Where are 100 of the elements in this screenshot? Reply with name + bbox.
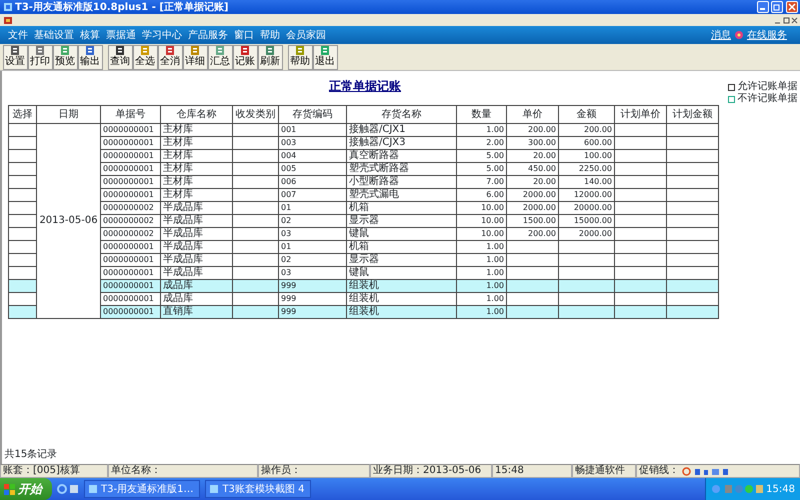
select-cell[interactable] xyxy=(8,228,36,240)
menu-item[interactable]: 文件 xyxy=(5,28,31,42)
menu-item[interactable]: 核算 xyxy=(77,28,103,42)
taskbar-button[interactable]: T3账套模块截图 4 xyxy=(205,480,312,498)
item-code-cell: 01 xyxy=(278,202,346,214)
toolbar-button[interactable]: 全消 xyxy=(158,44,182,70)
document-number-cell: 0000000001 xyxy=(100,176,160,188)
toolbar-button[interactable]: 详细 xyxy=(182,44,208,70)
report-title: 正常单据记账 xyxy=(329,78,401,94)
select-cell[interactable] xyxy=(8,306,36,318)
select-cell[interactable] xyxy=(8,240,36,254)
menu-item[interactable]: 基础设置 xyxy=(31,28,77,42)
toolbar-button[interactable]: 退出 xyxy=(312,44,338,70)
quantity-cell: 10.00 xyxy=(456,214,506,228)
toolbar-button[interactable]: 设置 xyxy=(2,44,28,70)
warehouse-cell: 主材库 xyxy=(160,150,232,162)
amount-cell: 12000.00 xyxy=(558,188,614,202)
unit-price-cell: 2000.00 xyxy=(506,188,558,202)
window-controls-icon[interactable] xyxy=(774,16,798,24)
quick-launch-icons[interactable] xyxy=(57,483,79,495)
quantity-cell: 2.00 xyxy=(456,136,506,150)
item-code-cell: 03 xyxy=(278,228,346,240)
document-icon xyxy=(139,44,151,56)
unit-price-cell: 200.00 xyxy=(506,228,558,240)
filter-checkbox[interactable]: 允许记账单据 xyxy=(728,81,798,93)
unit-price-cell: 1500.00 xyxy=(506,214,558,228)
select-cell[interactable] xyxy=(8,280,36,292)
status-field: 单位名称： xyxy=(108,464,258,478)
online-service-link[interactable]: 在线服务 xyxy=(744,28,790,42)
date-cell: 2013-05-06 xyxy=(36,124,100,318)
quantity-cell: 5.00 xyxy=(456,150,506,162)
select-cell[interactable] xyxy=(8,162,36,176)
menu-item[interactable]: 帮助 xyxy=(257,28,283,42)
select-cell[interactable] xyxy=(8,202,36,214)
close-button[interactable] xyxy=(786,1,798,13)
toolbar-button[interactable]: 预览 xyxy=(52,44,78,70)
item-name-cell: 键鼠 xyxy=(346,228,456,240)
amount-cell: 140.00 xyxy=(558,176,614,188)
amount-cell: 200.00 xyxy=(558,124,614,136)
toolbar-button[interactable]: 输出 xyxy=(78,44,102,70)
select-cell[interactable] xyxy=(8,214,36,228)
menu-item[interactable]: 窗口 xyxy=(231,28,257,42)
document-icon xyxy=(239,44,251,56)
quantity-cell: 1.00 xyxy=(456,306,506,318)
select-cell[interactable] xyxy=(8,150,36,162)
document-icon xyxy=(84,44,96,56)
item-code-cell: 01 xyxy=(278,240,346,254)
select-cell[interactable] xyxy=(8,176,36,188)
document-icon xyxy=(9,44,21,56)
menu-item[interactable]: 产品服务 xyxy=(185,28,231,42)
warehouse-cell: 主材库 xyxy=(160,162,232,176)
quantity-cell: 5.00 xyxy=(456,162,506,176)
item-code-cell: 001 xyxy=(278,124,346,136)
document-number-cell: 0000000001 xyxy=(100,188,160,202)
unit-price-cell: 20.00 xyxy=(506,176,558,188)
quantity-cell: 1.00 xyxy=(456,240,506,254)
menu-item[interactable]: 会员家园 xyxy=(283,28,329,42)
warehouse-cell: 半成品库 xyxy=(160,214,232,228)
document-number-cell: 0000000001 xyxy=(100,280,160,292)
select-cell[interactable] xyxy=(8,136,36,150)
toolbar-button[interactable]: 汇总 xyxy=(208,44,232,70)
quantity-cell: 7.00 xyxy=(456,176,506,188)
document-number-cell: 0000000002 xyxy=(100,214,160,228)
warehouse-cell: 半成品库 xyxy=(160,240,232,254)
filter-checkbox[interactable]: 不许记账单据 xyxy=(728,93,798,105)
menu-item[interactable]: 票据通 xyxy=(103,28,139,42)
item-code-cell: 02 xyxy=(278,214,346,228)
document-icon xyxy=(189,44,201,56)
amount-cell: 600.00 xyxy=(558,136,614,150)
amount-cell: 2250.00 xyxy=(558,162,614,176)
quantity-cell: 1.00 xyxy=(456,280,506,292)
toolbar-button[interactable]: 刷新 xyxy=(258,44,282,70)
restore-button[interactable] xyxy=(771,1,783,13)
document-window-icon xyxy=(2,15,12,25)
item-name-cell: 接触器/CJX3 xyxy=(346,136,456,150)
toolbar-button[interactable]: 记账 xyxy=(232,44,258,70)
window-icon xyxy=(209,484,220,494)
menu-item[interactable]: 学习中心 xyxy=(139,28,185,42)
start-button[interactable]: 开始 xyxy=(0,478,52,500)
document-icon xyxy=(34,44,46,56)
item-name-cell: 显示器 xyxy=(346,214,456,228)
unit-price-cell: 2000.00 xyxy=(506,202,558,214)
select-cell[interactable] xyxy=(8,188,36,202)
warehouse-cell: 直销库 xyxy=(160,306,232,318)
toolbar-button[interactable]: 打印 xyxy=(28,44,52,70)
document-number-cell: 0000000001 xyxy=(100,124,160,136)
taskbar-button[interactable]: T3-用友通标准版1… xyxy=(84,480,200,498)
item-name-cell: 机箱 xyxy=(346,240,456,254)
select-cell[interactable] xyxy=(8,254,36,266)
unit-price-cell: 200.00 xyxy=(506,124,558,136)
toolbar-button[interactable]: 帮助 xyxy=(288,44,312,70)
document-number-cell: 0000000001 xyxy=(100,254,160,266)
amount-cell: 15000.00 xyxy=(558,214,614,228)
toolbar-button[interactable]: 全选 xyxy=(132,44,158,70)
toolbar-button[interactable]: 查询 xyxy=(108,44,132,70)
message-link[interactable]: 消息 xyxy=(708,28,734,42)
amount-cell: 2000.00 xyxy=(558,228,614,240)
quantity-cell: 1.00 xyxy=(456,254,506,266)
amount-cell: 100.00 xyxy=(558,150,614,162)
minimize-button[interactable] xyxy=(756,1,768,13)
